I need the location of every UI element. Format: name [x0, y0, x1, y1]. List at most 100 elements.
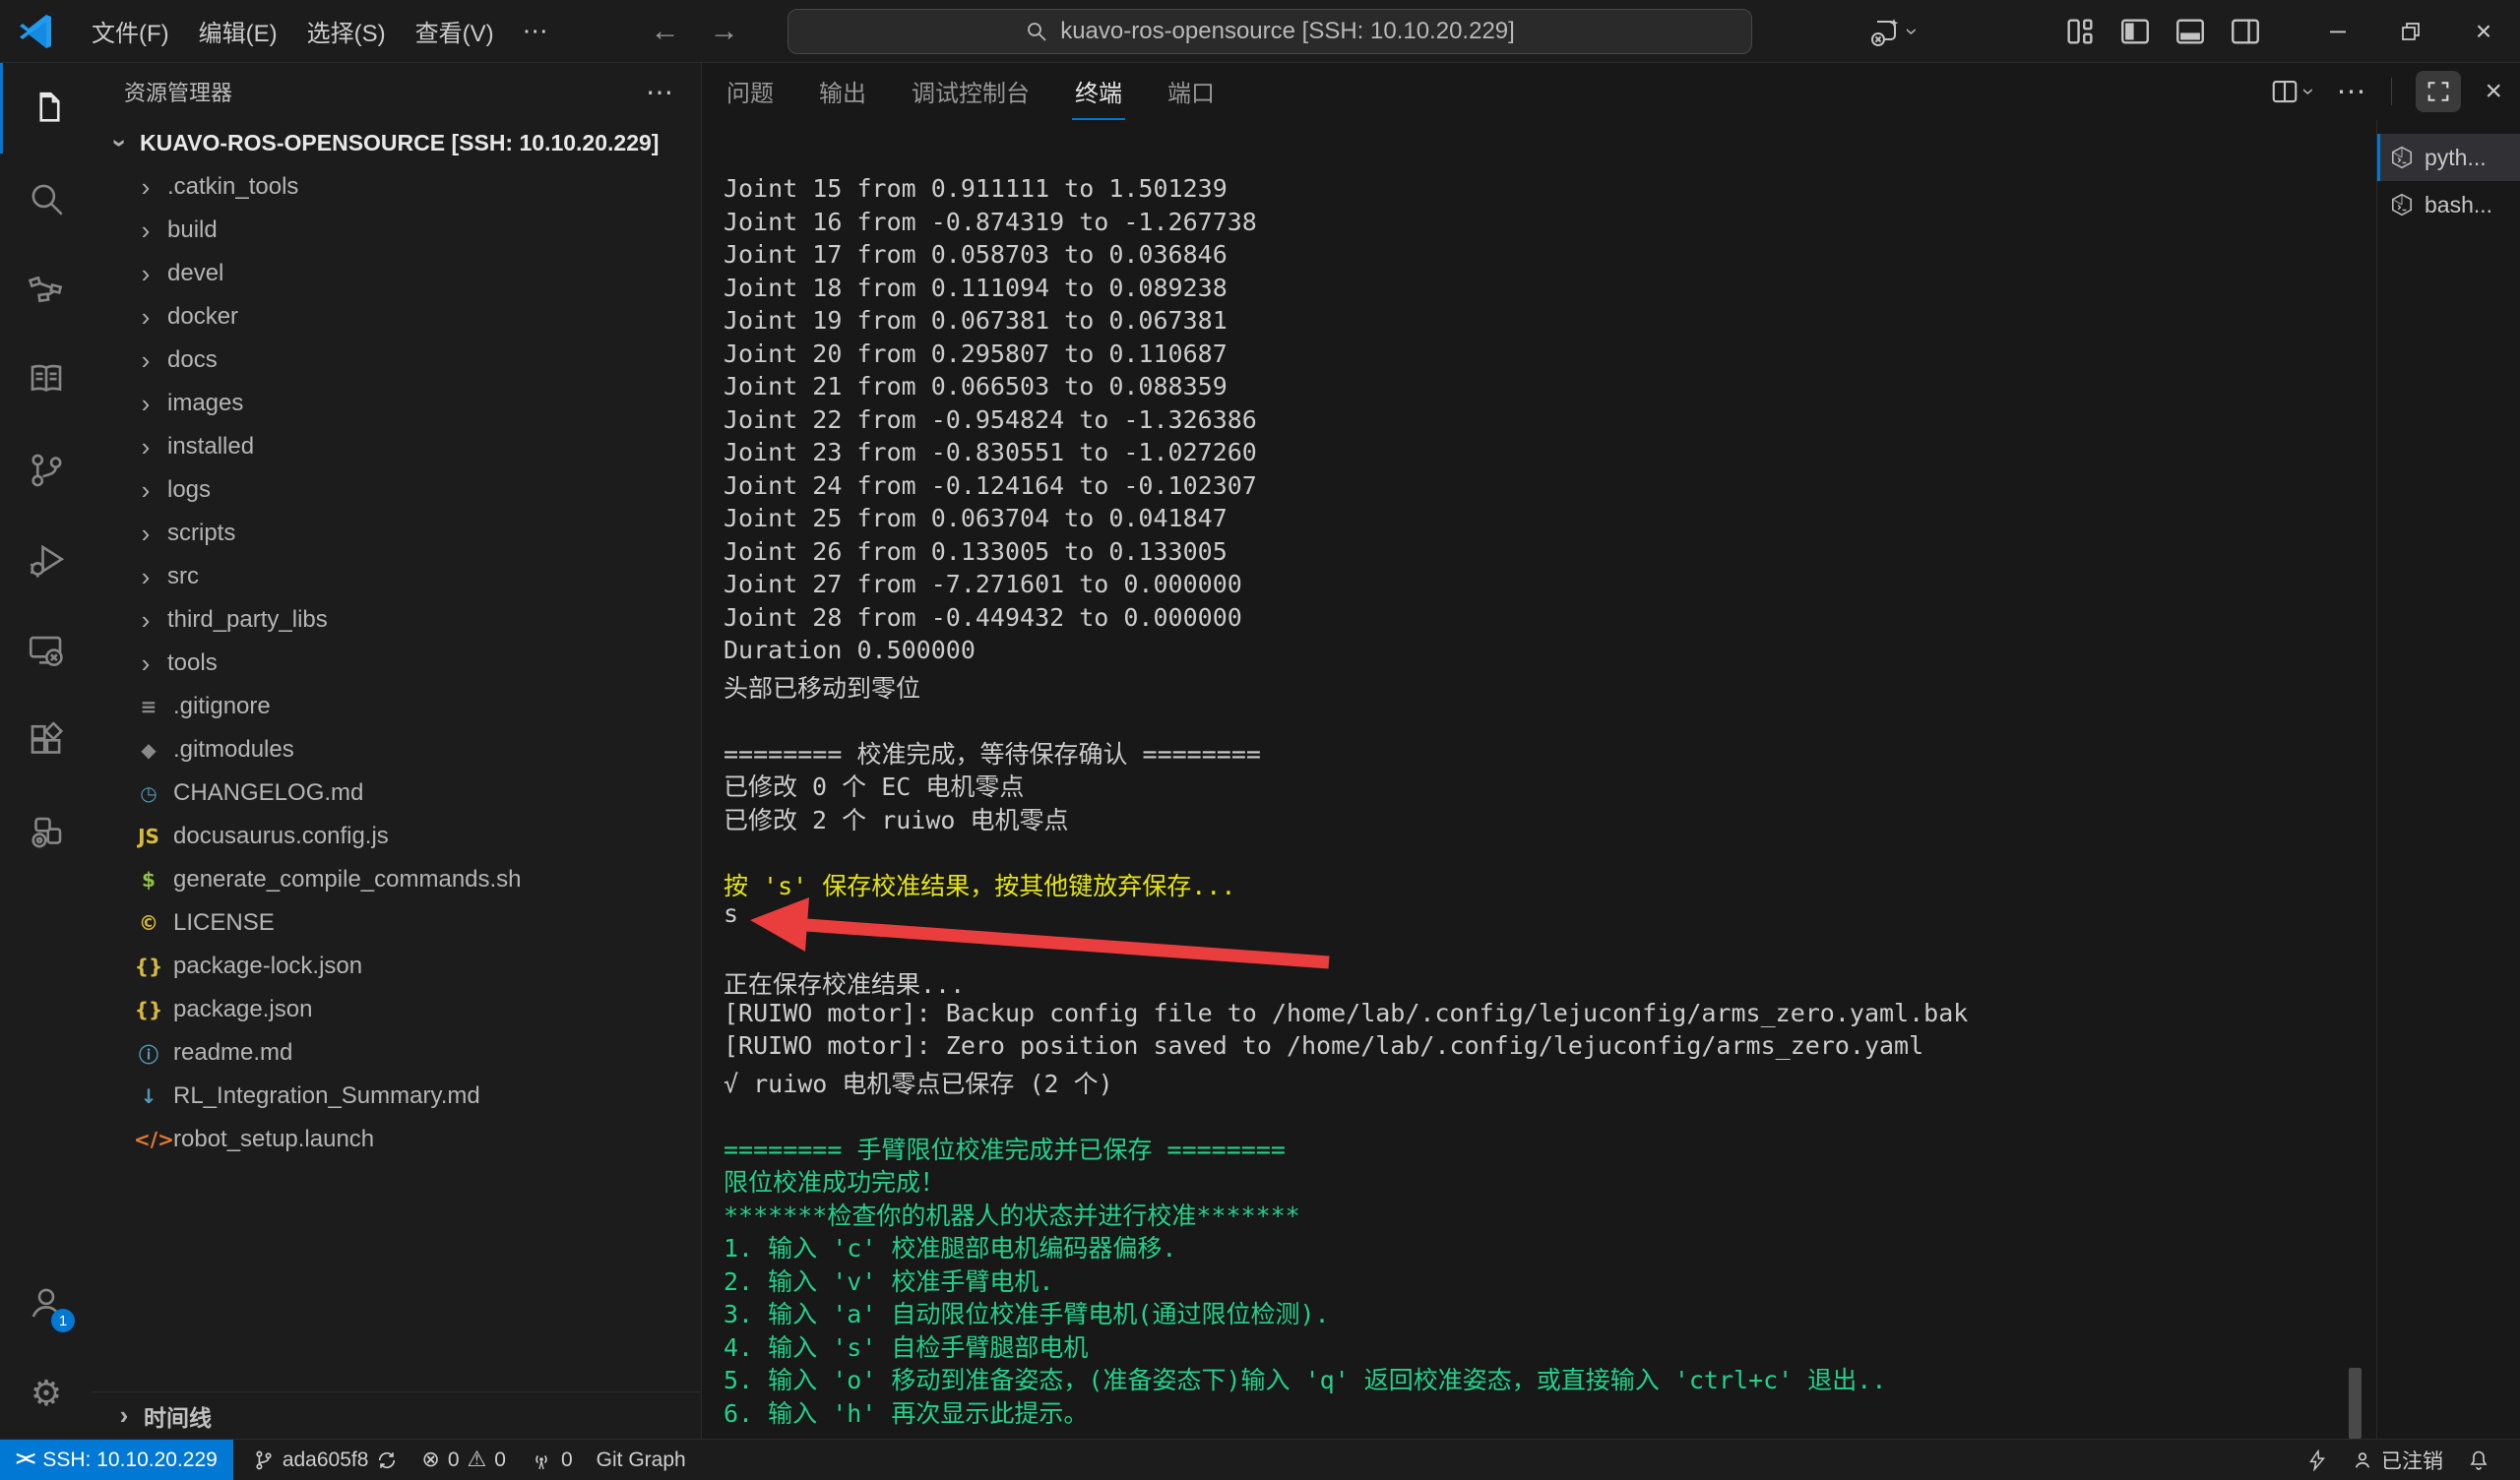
account-icon — [2352, 1449, 2373, 1471]
file-type-icon: JS — [134, 825, 163, 848]
signed-out-status[interactable]: 已注销 — [2340, 1446, 2455, 1475]
timeline-label: 时间线 — [144, 1399, 212, 1433]
problems-status[interactable]: ⊗ 0 ⚠ 0 — [410, 1440, 518, 1480]
terminal-scrollbar[interactable] — [2349, 1368, 2362, 1439]
activity-explorer[interactable] — [0, 63, 93, 154]
panel-tab[interactable]: 调试控制台 — [909, 63, 1033, 120]
tree-file-item[interactable]: ⓘ readme.md — [93, 1031, 701, 1075]
terminal-output[interactable]: Joint 15 from 0.911111 to 1.501239 Joint… — [702, 120, 2376, 1439]
tree-file-item[interactable]: ≡ .gitignore — [93, 685, 701, 728]
explorer-more-actions-icon[interactable]: ⋯ — [646, 76, 673, 108]
terminal-line: 已修改 2 个 ruiwo 电机零点 — [724, 801, 2376, 834]
copilot-menu[interactable]: › — [1867, 14, 1916, 49]
activity-remote-explorer[interactable] — [0, 606, 93, 697]
tree-folder-item[interactable]: › build — [93, 209, 701, 252]
tree-folder-item[interactable]: › src — [93, 555, 701, 598]
tree-file-item[interactable]: $ generate_compile_commands.sh — [93, 858, 701, 901]
tree-file-item[interactable]: ◷ CHANGELOG.md — [93, 771, 701, 815]
activity-run-debug[interactable] — [0, 516, 93, 606]
book-icon — [26, 359, 67, 401]
terminal-tabs-list: pyth... bash... — [2376, 120, 2520, 1439]
customize-layout-icon[interactable] — [2063, 15, 2097, 48]
terminal-line: Joint 25 from 0.063704 to 0.041847 — [724, 504, 2376, 537]
terminal-line — [724, 833, 2376, 867]
terminal-tab-item[interactable]: pyth... — [2377, 134, 2520, 181]
menu-item[interactable]: 查看(V) — [401, 7, 509, 55]
tree-folder-item[interactable]: › third_party_libs — [93, 598, 701, 642]
folder-label: src — [167, 563, 199, 590]
activity-settings[interactable]: ⚙ — [0, 1348, 93, 1439]
chevron-right-icon: › — [134, 302, 158, 333]
tree-folder-item[interactable]: › installed — [93, 425, 701, 468]
notifications-button[interactable] — [2455, 1449, 2502, 1472]
terminal-line: *******检查你的机器人的状态并进行校准******* — [724, 1197, 2376, 1230]
panel-tab[interactable]: 问题 — [724, 63, 777, 120]
broadcast-status[interactable]: 0 — [518, 1440, 585, 1480]
panel-tab[interactable]: 端口 — [1165, 63, 1218, 120]
minimize-button[interactable] — [2301, 0, 2374, 63]
remote-indicator[interactable]: >< SSH: 10.10.20.229 — [0, 1440, 233, 1480]
tree-folder-item[interactable]: › devel — [93, 252, 701, 295]
menu-item[interactable]: 文件(F) — [77, 7, 184, 55]
close-panel-icon[interactable]: × — [2485, 75, 2502, 108]
tree-file-item[interactable]: {} package-lock.json — [93, 945, 701, 988]
back-arrow-icon[interactable]: ← — [651, 15, 680, 48]
tree-folder-item[interactable]: › scripts — [93, 512, 701, 555]
vscode-window: 文件(F)编辑(E)选择(S)查看(V) ⋯ ← → kuavo-ros-ope… — [0, 0, 2520, 1480]
terminal-tab-label: pyth... — [2425, 145, 2487, 171]
terminal-line: Joint 27 from -7.271601 to 0.000000 — [724, 570, 2376, 603]
tree-file-item[interactable]: </> robot_setup.launch — [93, 1118, 701, 1161]
containers-icon — [26, 812, 67, 853]
terminal-line: ======== 手臂限位校准完成并已保存 ======== — [724, 1131, 2376, 1164]
terminal-line: Joint 17 from 0.058703 to 0.036846 — [724, 240, 2376, 274]
folder-label: docs — [167, 346, 218, 374]
restore-button[interactable] — [2374, 0, 2447, 63]
menu-item[interactable]: 选择(S) — [292, 7, 401, 55]
activity-extensions[interactable] — [0, 697, 93, 787]
forward-arrow-icon[interactable]: → — [710, 15, 739, 48]
tree-folder-item[interactable]: › tools — [93, 642, 701, 685]
tree-file-item[interactable]: © LICENSE — [93, 901, 701, 945]
tree-file-item[interactable]: ↓ RL_Integration_Summary.md — [93, 1075, 701, 1118]
remote-label: SSH: 10.10.20.229 — [42, 1449, 217, 1472]
panel-tab[interactable]: 输出 — [816, 63, 869, 120]
chevron-right-icon: › — [134, 519, 158, 549]
tree-folder-item[interactable]: › docs — [93, 339, 701, 382]
tree-folder-item[interactable]: › docker — [93, 295, 701, 339]
tree-file-item[interactable]: ◆ .gitmodules — [93, 728, 701, 771]
tree-folder-item[interactable]: › .catkin_tools — [93, 165, 701, 209]
terminal-line: 5. 输入 'o' 移动到准备姿态，(准备姿态下)输入 'q' 返回校准姿态，或… — [724, 1361, 2376, 1394]
activity-accounts[interactable]: 1 — [0, 1258, 93, 1348]
split-terminal-button[interactable]: › — [2270, 77, 2312, 106]
close-button[interactable]: × — [2447, 0, 2520, 63]
lightning-status[interactable] — [2295, 1449, 2340, 1471]
activity-ros[interactable] — [0, 244, 93, 335]
maximize-panel-button[interactable] — [2416, 71, 2461, 112]
terminal-line: 头部已移动到零位 — [724, 669, 2376, 703]
toggle-primary-sidebar-icon[interactable] — [2118, 15, 2152, 48]
timeline-section[interactable]: › 时间线 — [93, 1391, 701, 1439]
tree-file-item[interactable]: {} package.json — [93, 988, 701, 1031]
title-bar: 文件(F)编辑(E)选择(S)查看(V) ⋯ ← → kuavo-ros-ope… — [0, 0, 2520, 63]
sidebar-title: 资源管理器 — [124, 76, 646, 107]
tree-file-item[interactable]: JS docusaurus.config.js — [93, 815, 701, 858]
more-menus-icon[interactable]: ⋯ — [509, 12, 562, 50]
panel-tab[interactable]: 终端 — [1072, 63, 1125, 120]
terminal-tab-item[interactable]: bash... — [2377, 181, 2520, 228]
toggle-panel-icon[interactable] — [2174, 15, 2207, 48]
terminal-line — [724, 1097, 2376, 1131]
activity-search[interactable] — [0, 154, 93, 244]
tree-root-item[interactable]: › KUAVO-ROS-OPENSOURCE [SSH: 10.10.20.22… — [93, 120, 701, 165]
toggle-secondary-sidebar-icon[interactable] — [2229, 15, 2262, 48]
activity-source-control[interactable] — [0, 425, 93, 516]
menu-item[interactable]: 编辑(E) — [184, 7, 292, 55]
activity-containers[interactable] — [0, 787, 93, 878]
tree-folder-item[interactable]: › logs — [93, 468, 701, 512]
folder-label: logs — [167, 476, 211, 504]
git-graph-button[interactable]: Git Graph — [585, 1440, 698, 1480]
activity-docs[interactable] — [0, 335, 93, 425]
tree-folder-item[interactable]: › images — [93, 382, 701, 425]
panel-more-actions-icon[interactable]: ⋯ — [2336, 75, 2367, 109]
git-branch-status[interactable]: ada605f8 — [241, 1440, 410, 1480]
command-center-search[interactable]: kuavo-ros-opensource [SSH: 10.10.20.229] — [788, 9, 1752, 54]
